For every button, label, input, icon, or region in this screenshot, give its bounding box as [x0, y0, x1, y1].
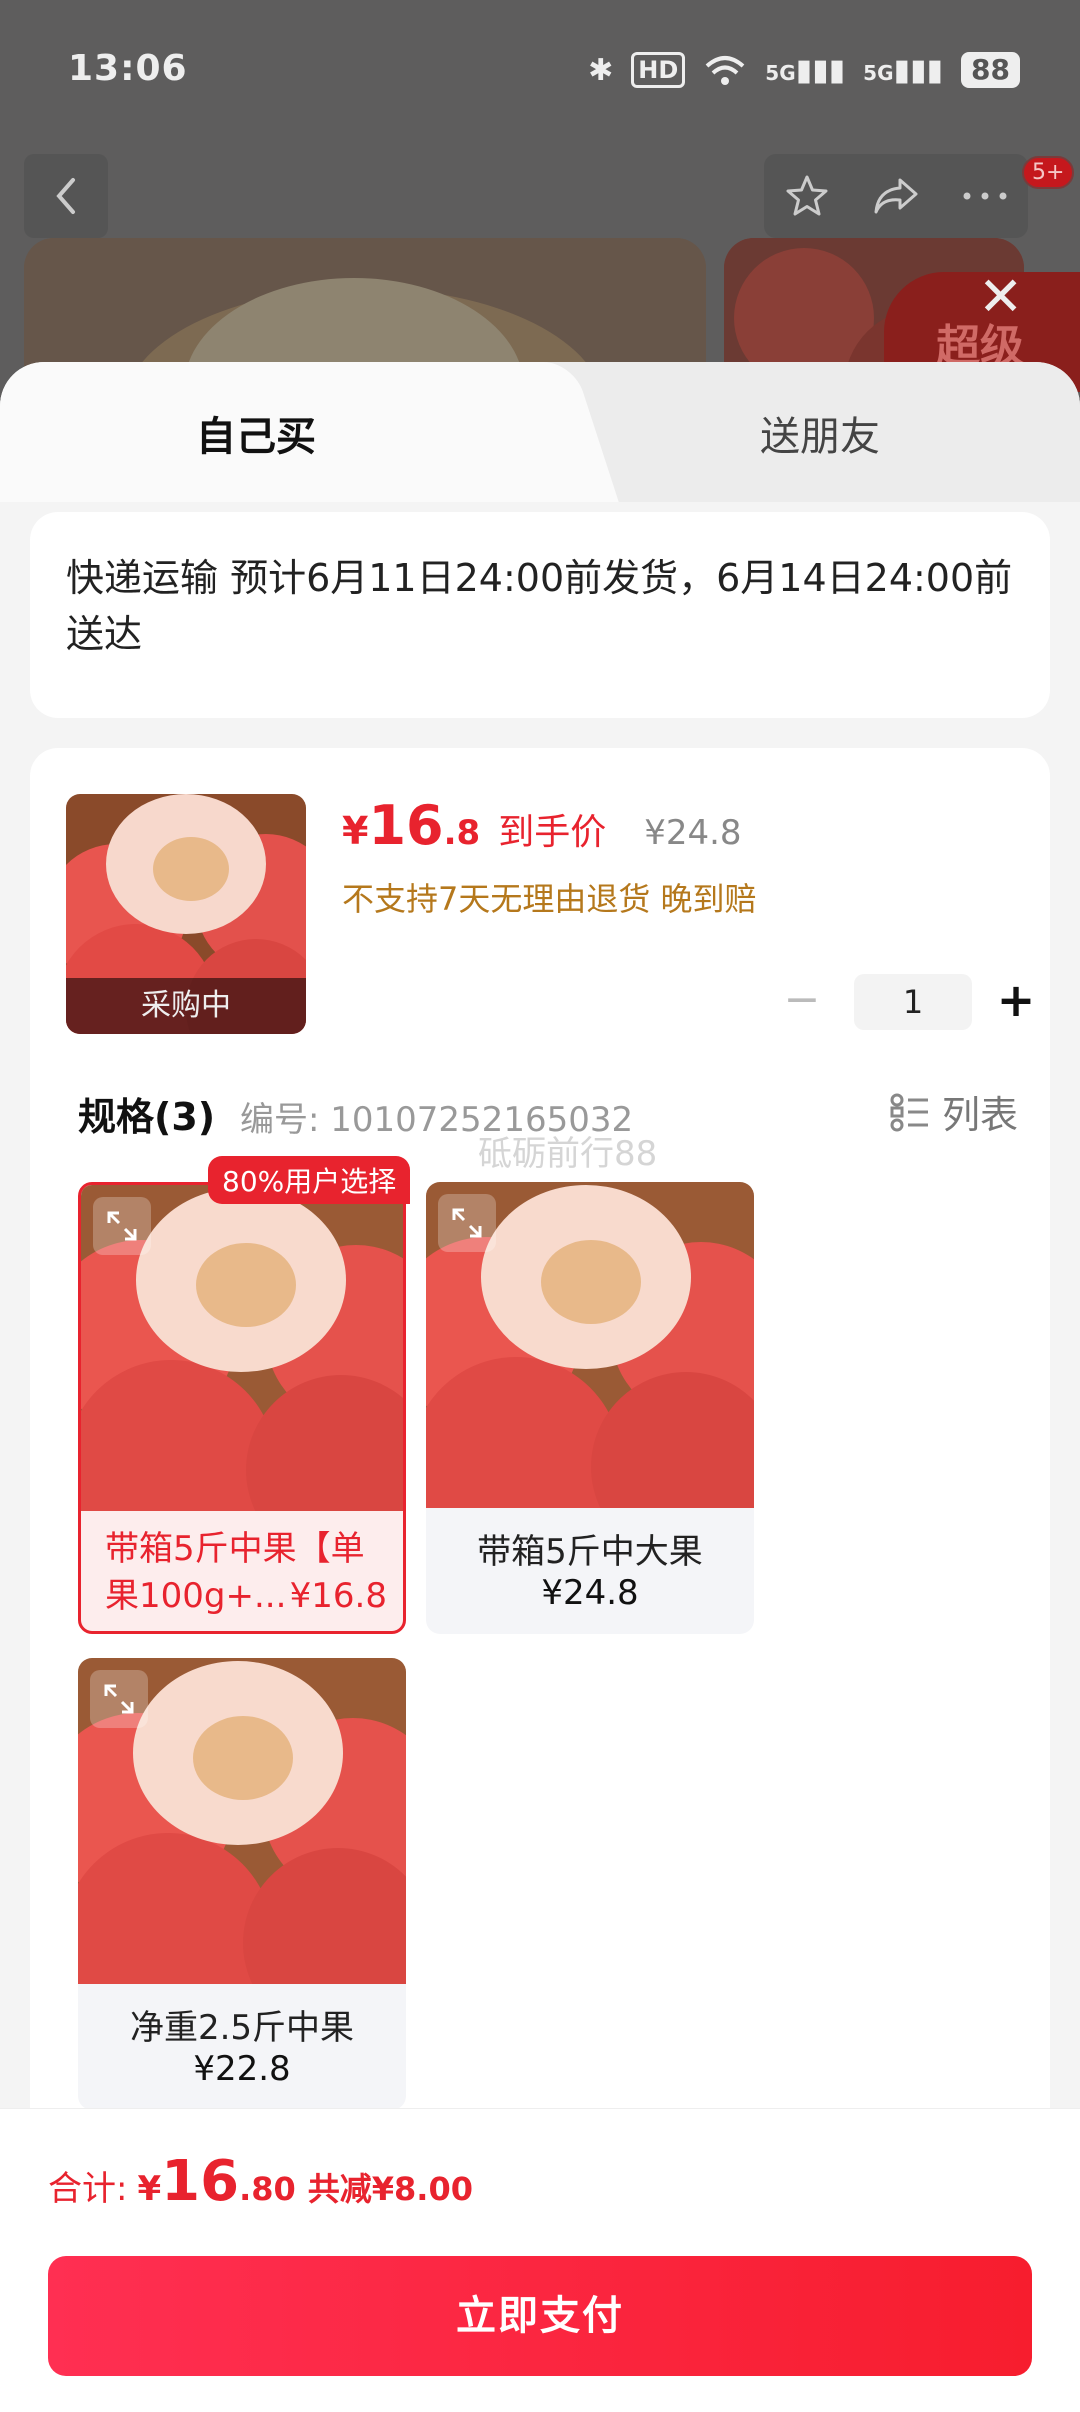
order-total: 合计: ¥ 16 .80 共减¥8.00 — [48, 2149, 473, 2214]
final-price-label: 到手价 — [498, 812, 607, 853]
list-view-toggle[interactable]: 列表 — [890, 1084, 1018, 1139]
total-currency: ¥ — [137, 2169, 162, 2209]
back-button[interactable] — [24, 154, 108, 238]
variant-price: ¥24.8 — [541, 1573, 639, 1613]
variant-price: ¥22.8 — [193, 2049, 291, 2089]
delivery-info: 快递运输 预计6月11日24:00前发货，6月14日24:00前送达 — [66, 556, 1013, 656]
purchase-sheet: 自己买 送朋友 快递运输 预计6月11日24:00前发货，6月14日24:00前… — [0, 362, 1080, 2412]
total-decimal: .80 — [239, 2170, 296, 2208]
expand-icon[interactable] — [93, 1197, 151, 1255]
stock-status: 采购中 — [66, 978, 306, 1034]
delivery-card: 快递运输 预计6月11日24:00前发货，6月14日24:00前送达 — [30, 512, 1050, 718]
star-icon[interactable] — [783, 172, 831, 220]
chevron-left-icon — [56, 178, 75, 214]
variant-option[interactable]: 带箱5斤中大果 ¥24.8 — [426, 1182, 754, 1634]
variant-label: 净重2.5斤中果 — [129, 2008, 355, 2048]
top-action-bar — [764, 154, 1028, 238]
return-policy: 不支持7天无理由退货 晚到赔 — [342, 880, 757, 918]
signal-5g-icon: 5G▮▮▮ — [765, 52, 846, 88]
total-bar: 合计: ¥ 16 .80 共减¥8.00 — [0, 2108, 1080, 2244]
variant-option[interactable]: 带箱5斤中果【单 果100g+... ¥16.8 — [78, 1182, 406, 1634]
price-integer: 16 — [368, 794, 444, 857]
battery-icon: 88 — [961, 52, 1020, 88]
close-icon[interactable]: ✕ — [978, 270, 1023, 324]
total-integer: 16 — [161, 2149, 240, 2214]
variant-label: 带箱5斤中大果 — [477, 1532, 703, 1572]
original-price: ¥24.8 — [644, 813, 742, 853]
quantity-stepper: − 1 + — [772, 974, 1038, 1030]
tab-bar: 自己买 送朋友 — [0, 362, 1080, 502]
discount-amount: 共减¥8.00 — [307, 2170, 473, 2208]
background-page: 13:06 ✱ HD 5G▮▮▮ 5G▮▮▮ 88 5+ 超级 ✕ — [0, 0, 1080, 438]
spec-title: 规格(3) — [78, 1095, 216, 1139]
variant-price-row: 果100g+... ¥16.8 — [81, 1573, 403, 1619]
quantity-input[interactable]: 1 — [854, 974, 972, 1030]
product-thumbnail[interactable]: 采购中 — [66, 794, 306, 1034]
variant-option[interactable]: 净重2.5斤中果 ¥22.8 — [78, 1658, 406, 2110]
popular-choice-badge: 80%用户选择 — [208, 1156, 411, 1204]
price-currency: ¥ — [342, 809, 369, 853]
share-icon[interactable] — [870, 172, 922, 220]
expand-icon[interactable] — [90, 1670, 148, 1728]
watermark: 砥砺前行88 — [478, 1134, 658, 1174]
hd-icon: HD — [631, 52, 686, 88]
variant-label: 带箱5斤中果【单 — [105, 1529, 365, 1569]
total-label: 合计: — [48, 2169, 128, 2209]
pay-area: 立即支付 — [0, 2244, 1080, 2412]
pay-now-button[interactable]: 立即支付 — [48, 2256, 1032, 2376]
tab-gift-to-friend[interactable]: 送朋友 — [760, 404, 880, 462]
list-view-label: 列表 — [941, 1093, 1018, 1137]
status-icons: ✱ HD 5G▮▮▮ 5G▮▮▮ 88 — [588, 48, 1020, 92]
variant-price: ¥16.8 — [289, 1576, 387, 1616]
notification-badge: 5+ — [1022, 156, 1075, 189]
variant-image — [426, 1182, 754, 1508]
list-icon — [890, 1093, 928, 1131]
tab-buy-for-self[interactable]: 自己买 — [196, 404, 316, 462]
variant-image — [81, 1185, 403, 1511]
more-icon[interactable] — [961, 190, 1009, 202]
price-decimal: .8 — [443, 813, 481, 853]
variant-image — [78, 1658, 406, 1984]
spec-header: 规格(3) 编号: 10107252165032 砥砺前行88 列表 — [78, 1078, 1018, 1174]
wifi-icon — [705, 56, 745, 85]
variant-label-line2: 果100g+... — [105, 1576, 287, 1616]
expand-icon[interactable] — [438, 1194, 496, 1252]
price-row: ¥ 16 .8 到手价 ¥24.8 — [342, 794, 742, 857]
signal-5g-icon-2: 5G▮▮▮ — [863, 52, 944, 88]
decrease-quantity-button[interactable]: − — [772, 974, 832, 1030]
status-bar: 13:06 ✱ HD 5G▮▮▮ 5G▮▮▮ 88 — [0, 0, 1080, 140]
bluetooth-icon: ✱ — [588, 52, 614, 88]
status-time: 13:06 — [68, 48, 188, 89]
increase-quantity-button[interactable]: + — [994, 974, 1038, 1030]
